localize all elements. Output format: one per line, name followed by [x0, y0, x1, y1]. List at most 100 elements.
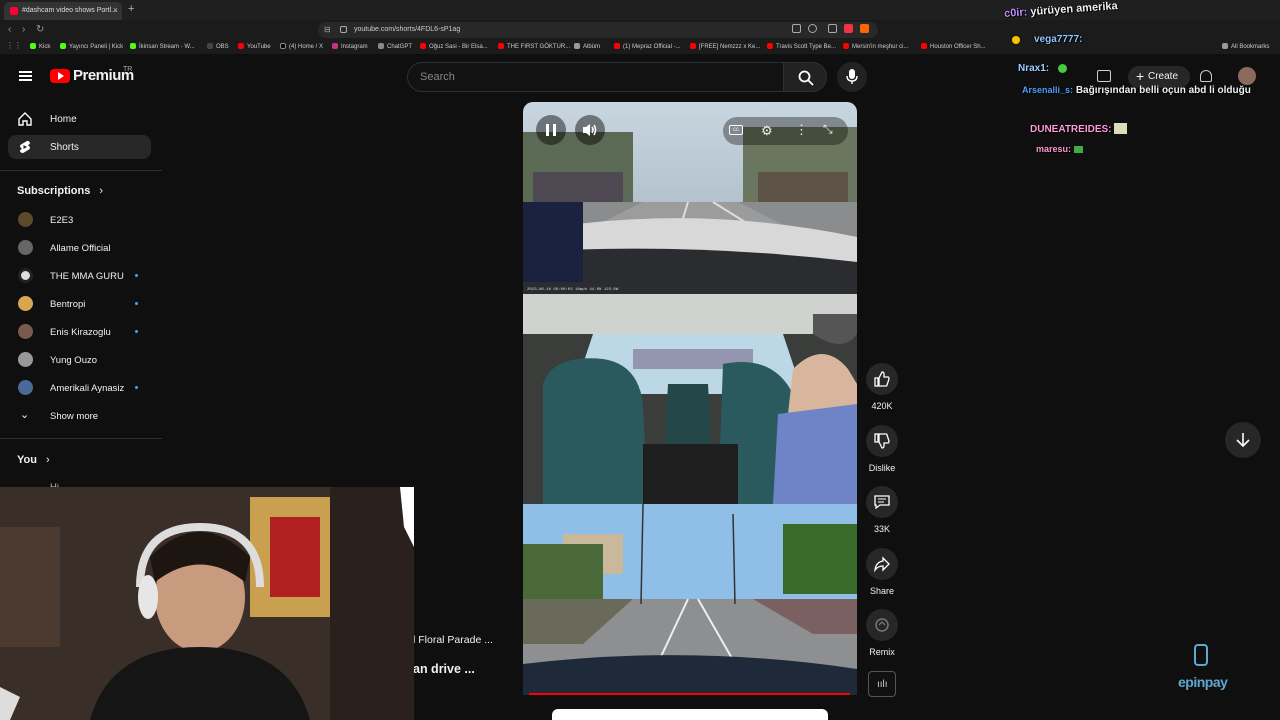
like-button[interactable]: 420K [866, 363, 898, 411]
pause-icon [546, 124, 549, 136]
home-icon [18, 112, 32, 126]
chat-username: c0ir: [1003, 6, 1028, 20]
video-progress-bar[interactable] [529, 693, 850, 695]
next-video-button[interactable] [1225, 422, 1261, 458]
remix-label: Remix [869, 647, 895, 657]
sidebar-item-home[interactable]: Home [8, 107, 151, 131]
zoom-icon[interactable] [808, 24, 817, 33]
cast-video-icon[interactable] [1097, 70, 1111, 82]
all-bookmarks[interactable]: All Bookmarks [1222, 43, 1269, 50]
apps-icon[interactable]: ⋮⋮ [6, 41, 22, 50]
more-options-icon[interactable]: ⋮ [795, 122, 808, 138]
you-header[interactable]: You › [17, 454, 50, 466]
dislike-button[interactable]: Dislike [866, 425, 898, 473]
bookmark-item[interactable]: [FREE] Nemzzz x Ke... [690, 43, 760, 50]
video-title-line-2[interactable]: an drive ... [413, 662, 475, 676]
shorts-video-player[interactable]: 2023-06-10 08:00:03 16mph 44.0N 123.0W c… [523, 102, 857, 695]
forward-icon[interactable]: › [22, 24, 25, 35]
subscription-item[interactable]: Bentropi [18, 296, 153, 312]
epinpay-logo-icon [1194, 644, 1208, 666]
live-indicator [135, 330, 138, 333]
bookmark-item[interactable]: Oğuz Sasi - Bir Elsa... [420, 43, 488, 50]
bookmark-item[interactable]: Instagram [332, 43, 368, 50]
notifications-icon[interactable] [1200, 70, 1212, 82]
search-input[interactable]: Search [407, 62, 784, 92]
share-page-icon[interactable] [828, 24, 837, 33]
chevron-down-icon: ⌄ [20, 409, 30, 421]
rear-view-image [523, 504, 857, 695]
bookmark-item[interactable]: İkinsan Stream - W... [130, 43, 195, 50]
rewards-icon[interactable] [860, 24, 869, 33]
bookmark-item[interactable]: YouTube [238, 43, 271, 50]
you-title: You [17, 454, 37, 466]
browser-tab[interactable]: #dashcam video shows Portl... × [4, 2, 122, 20]
sidebar-item-shorts[interactable]: Shorts [8, 135, 151, 159]
close-tab-icon[interactable]: × [113, 5, 118, 15]
bookmark-item[interactable]: (4) Home / X [280, 43, 323, 50]
live-indicator [135, 274, 138, 277]
emote-icon [1114, 123, 1128, 134]
comments-button[interactable]: 33K [866, 486, 898, 534]
player-controls-bar: cc ⚙ ⋮ ⤡ [723, 117, 848, 145]
bookmark-item[interactable]: Yayıncı Paneli | Kick [60, 43, 123, 50]
pause-button[interactable] [536, 115, 566, 145]
site-settings-icon[interactable] [340, 26, 347, 33]
subscription-item[interactable]: THE MMA GURU [18, 268, 153, 284]
new-tab-icon[interactable]: + [128, 3, 134, 15]
show-more-label: Show more [50, 411, 99, 422]
live-indicator [135, 386, 138, 389]
remix-icon [875, 618, 889, 632]
back-icon[interactable]: ‹ [8, 24, 11, 35]
video-title-line-1[interactable]: l Floral Parade ... [413, 634, 493, 646]
bookmark-item[interactable]: Kick [30, 43, 50, 50]
sidebar-divider [0, 438, 162, 439]
subscription-item[interactable]: Allame Official [18, 240, 153, 256]
sound-thumbnail[interactable]: ıılı [868, 671, 896, 697]
bookmark-item[interactable]: (1) Mepraz Official -... [614, 43, 681, 50]
search-button[interactable] [783, 62, 827, 92]
subscription-item[interactable]: Enis Kirazoglu [18, 324, 153, 340]
show-more-button[interactable]: ⌄ Show more [18, 408, 153, 424]
subscriptions-header[interactable]: Subscriptions › [17, 185, 103, 197]
bookmarks-bar: ⋮⋮ Kick Yayıncı Paneli | Kick İkinsan St… [0, 40, 1280, 54]
page-info-icon[interactable]: ⊟ [324, 25, 331, 34]
like-count: 420K [871, 401, 893, 411]
subscription-item[interactable]: Yung Ouzo [18, 352, 153, 368]
menu-icon[interactable] [19, 71, 32, 73]
brave-shield-icon[interactable] [844, 24, 853, 33]
voice-search-button[interactable] [837, 62, 867, 92]
create-label: Create [1148, 71, 1179, 82]
dashcam-timestamp: 2023-06-10 08:00:03 16mph 44.0N 123.0W [527, 287, 619, 292]
share-icon [874, 556, 890, 572]
volume-button[interactable] [575, 115, 605, 145]
audio-bars-icon: ıılı [877, 679, 888, 690]
bookmark-item[interactable]: THE FIRST GÖKTUR... [498, 43, 570, 50]
channel-name: THE MMA GURU [50, 271, 124, 282]
fullscreen-icon[interactable]: ⤡ [823, 122, 833, 137]
bookmark-item[interactable]: Houston Officer Sh... [921, 43, 986, 50]
bookmark-folder[interactable]: Albüm [574, 43, 600, 50]
settings-icon[interactable]: ⚙ [761, 123, 773, 139]
cast-icon[interactable] [792, 24, 801, 33]
subscription-item[interactable]: Amerikali Aynasiz [18, 380, 153, 396]
chevron-right-icon: › [46, 454, 50, 466]
comment-icon [874, 495, 890, 510]
bookmark-item[interactable]: Travis Scott Type Be... [767, 43, 836, 50]
chat-username: Arsenalli_s: [1022, 85, 1074, 95]
captions-icon[interactable]: cc [729, 125, 743, 135]
bookmark-item[interactable]: Mersin'in meşhur ci... [843, 43, 909, 50]
bookmark-item[interactable]: OBS [207, 43, 229, 50]
remix-button[interactable]: Remix [866, 609, 898, 657]
comment-count: 33K [873, 524, 890, 534]
youtube-logo-icon[interactable] [50, 69, 70, 83]
shorts-icon [20, 140, 30, 153]
thumbs-down-icon [874, 433, 890, 449]
channel-avatar [18, 268, 33, 283]
chat-username: vega7777: [1034, 34, 1083, 45]
reload-icon[interactable]: ↻ [36, 24, 44, 35]
live-indicator [135, 302, 138, 305]
share-button[interactable]: Share [866, 548, 898, 596]
chat-message: Nrax1: [1018, 63, 1067, 74]
bookmark-item[interactable]: ChatGPT [378, 43, 412, 50]
subscription-item[interactable]: E2E3 [18, 212, 153, 228]
